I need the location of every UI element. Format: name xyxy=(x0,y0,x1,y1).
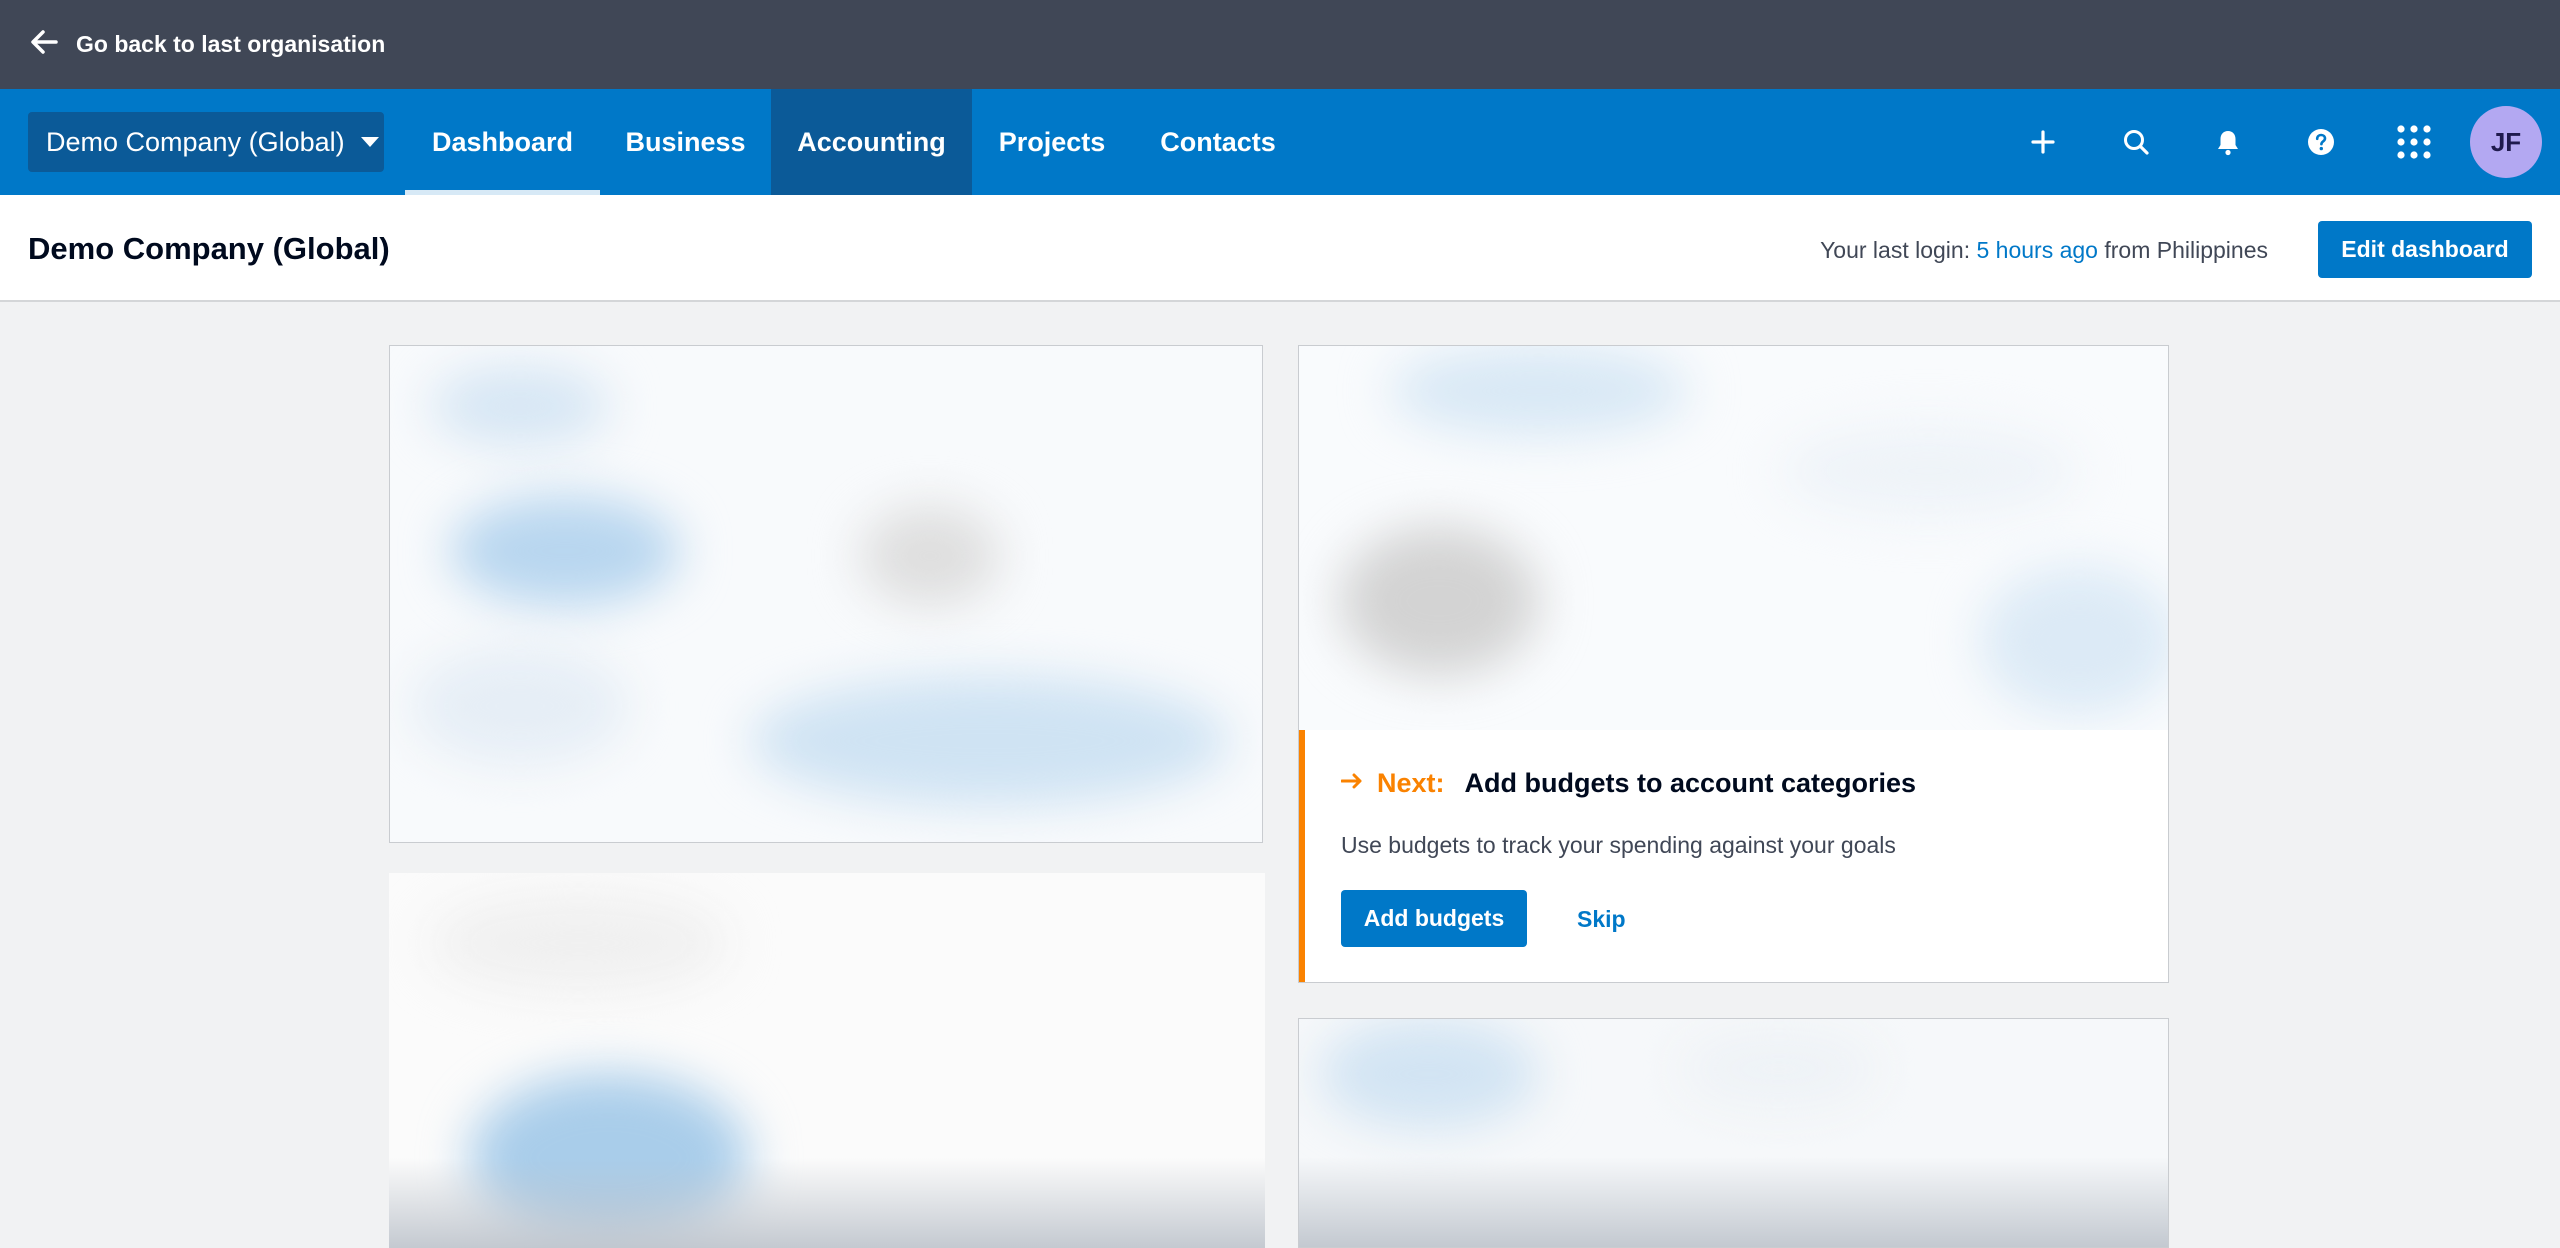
blurred-widget-bottom-right xyxy=(1298,1018,2169,1248)
edit-dashboard-button[interactable]: Edit dashboard xyxy=(2318,221,2532,278)
tab-projects[interactable]: Projects xyxy=(972,89,1132,195)
budgets-onboarding-widget: Next: Add budgets to account categories … xyxy=(1298,345,2169,983)
tab-projects-label: Projects xyxy=(998,126,1106,157)
plus-icon[interactable] xyxy=(2022,121,2064,163)
next-step-title: Add budgets to account categories xyxy=(1464,768,1917,798)
bell-icon[interactable] xyxy=(2207,121,2249,163)
tab-dashboard-label: Dashboard xyxy=(431,126,574,157)
top-bar: Go back to last organisation xyxy=(0,0,2560,89)
tab-accounting-label: Accounting xyxy=(797,126,946,157)
skip-link[interactable]: Skip xyxy=(1577,906,1626,933)
avatar-initials: JF xyxy=(2490,126,2522,157)
dashboard-header: Demo Company (Global) Your last login: 5… xyxy=(0,195,2560,302)
go-back-label: Go back to last organisation xyxy=(76,31,386,57)
tab-business-label: Business xyxy=(625,126,746,157)
blurred-widget-preview xyxy=(1299,346,2168,731)
next-step-description: Use budgets to track your spending again… xyxy=(1341,832,1896,858)
next-label: Next: xyxy=(1377,768,1445,798)
next-step-card: Next: Add budgets to account categories … xyxy=(1299,730,2168,982)
next-step-heading: Next: Add budgets to account categories xyxy=(1340,768,1917,799)
organisation-switcher[interactable]: Demo Company (Global) xyxy=(28,112,384,172)
apps-grid-icon[interactable] xyxy=(2393,121,2435,163)
last-login-suffix: from Philippines xyxy=(2097,237,2268,263)
search-icon[interactable] xyxy=(2115,121,2157,163)
arrow-right-icon xyxy=(1340,773,1363,794)
help-icon[interactable] xyxy=(2300,121,2342,163)
add-budgets-button[interactable]: Add budgets xyxy=(1341,890,1527,947)
go-back-link[interactable]: Go back to last organisation xyxy=(30,28,385,61)
last-login-link[interactable]: 5 hours ago xyxy=(1976,237,2097,263)
tab-dashboard[interactable]: Dashboard xyxy=(405,89,600,195)
arrow-left-icon xyxy=(30,28,58,61)
avatar[interactable]: JF xyxy=(2470,106,2542,178)
tab-contacts[interactable]: Contacts xyxy=(1132,89,1304,195)
blurred-widget-top-left xyxy=(389,345,1263,843)
blurred-widget-bottom-left xyxy=(389,873,1265,1248)
last-login-info: Your last login: 5 hours ago from Philip… xyxy=(1820,237,2268,264)
tab-contacts-label: Contacts xyxy=(1160,126,1276,157)
organisation-name: Demo Company (Global) xyxy=(46,126,345,157)
tab-business[interactable]: Business xyxy=(600,89,771,195)
last-login-prefix: Your last login: xyxy=(1820,237,1977,263)
tab-accounting[interactable]: Accounting xyxy=(771,89,972,195)
main-nav: Demo Company (Global) Dashboard Business… xyxy=(0,89,2560,195)
caret-down-icon xyxy=(360,137,379,147)
page-title: Demo Company (Global) xyxy=(28,231,390,266)
